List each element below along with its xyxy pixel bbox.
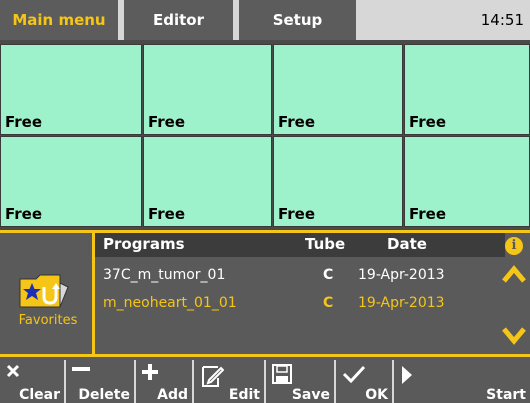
- slot-label: Free: [409, 205, 447, 223]
- program-row[interactable]: 37C_m_tumor_01 C 19-Apr-2013: [95, 261, 505, 289]
- slot-6[interactable]: Free: [143, 136, 272, 227]
- slot-5[interactable]: Free: [0, 136, 142, 227]
- slot-2[interactable]: Free: [143, 44, 272, 135]
- program-name: 37C_m_tumor_01: [103, 267, 226, 283]
- column-header-date: Date: [387, 235, 427, 253]
- program-tube: C: [323, 267, 334, 283]
- tab-setup[interactable]: Setup: [239, 0, 356, 40]
- edit-button[interactable]: Edit: [194, 360, 266, 403]
- favorites-folder-icon: [19, 274, 69, 308]
- slot-label: Free: [278, 113, 316, 131]
- ok-button[interactable]: OK: [336, 360, 394, 403]
- slot-4[interactable]: Free: [404, 44, 530, 135]
- add-button[interactable]: Add: [136, 360, 194, 403]
- column-header-programs: Programs: [103, 235, 185, 253]
- slot-label: Free: [5, 205, 43, 223]
- minus-icon: [72, 367, 90, 371]
- tab-main-menu[interactable]: Main menu: [0, 0, 121, 40]
- programs-panel: Favorites Programs Tube Date 37C_m_tumor…: [0, 230, 530, 357]
- chevron-up-icon[interactable]: [501, 263, 527, 285]
- favorites-label: Favorites: [18, 313, 78, 328]
- start-label: Start: [486, 387, 526, 403]
- program-date: 19-Apr-2013: [358, 295, 445, 311]
- delete-button[interactable]: Delete: [66, 360, 136, 403]
- chevron-down-icon[interactable]: [501, 325, 527, 347]
- program-row-selected[interactable]: m_neoheart_01_01 C 19-Apr-2013: [95, 289, 505, 317]
- list-side-controls: i: [502, 233, 530, 357]
- slot-8[interactable]: Free: [404, 136, 530, 227]
- checkmark-icon: [342, 365, 366, 384]
- slot-label: Free: [148, 113, 186, 131]
- clear-button[interactable]: Clear: [0, 360, 66, 403]
- add-label: Add: [157, 387, 188, 403]
- clock: 14:51: [480, 11, 524, 29]
- edit-label: Edit: [228, 387, 260, 403]
- tab-editor[interactable]: Editor: [124, 0, 236, 40]
- save-button[interactable]: Save: [266, 360, 336, 403]
- slot-label: Free: [5, 113, 43, 131]
- program-date: 19-Apr-2013: [358, 267, 445, 283]
- tab-bar: Main menu Editor Setup 14:51: [0, 0, 530, 40]
- plus-icon: [142, 364, 158, 380]
- ok-label: OK: [365, 387, 388, 403]
- save-label: Save: [291, 387, 330, 403]
- slot-label: Free: [409, 113, 447, 131]
- delete-label: Delete: [78, 387, 130, 403]
- edit-pencil-icon: [202, 366, 224, 387]
- info-icon[interactable]: i: [505, 237, 523, 255]
- slot-grid: Free Free Free Free Free Free Free Free: [0, 40, 530, 230]
- program-name: m_neoheart_01_01: [103, 295, 237, 311]
- slot-label: Free: [278, 205, 316, 223]
- slot-1[interactable]: Free: [0, 44, 142, 135]
- slot-label: Free: [148, 205, 186, 223]
- clear-label: Clear: [19, 387, 60, 403]
- programs-list: Programs Tube Date 37C_m_tumor_01 C 19-A…: [92, 233, 505, 357]
- favorites-button[interactable]: Favorites: [4, 249, 92, 329]
- slot-7[interactable]: Free: [273, 136, 403, 227]
- program-tube: C: [323, 295, 334, 311]
- play-icon: [402, 366, 412, 384]
- column-header-tube: Tube: [305, 235, 346, 253]
- slot-3[interactable]: Free: [273, 44, 403, 135]
- start-button[interactable]: Start: [394, 360, 530, 403]
- save-disk-icon: [272, 364, 292, 384]
- programs-list-header: Programs Tube Date: [95, 233, 505, 257]
- bottom-toolbar: Clear Delete Add Edit Save OK Start: [0, 354, 530, 403]
- clear-x-icon: [6, 364, 20, 378]
